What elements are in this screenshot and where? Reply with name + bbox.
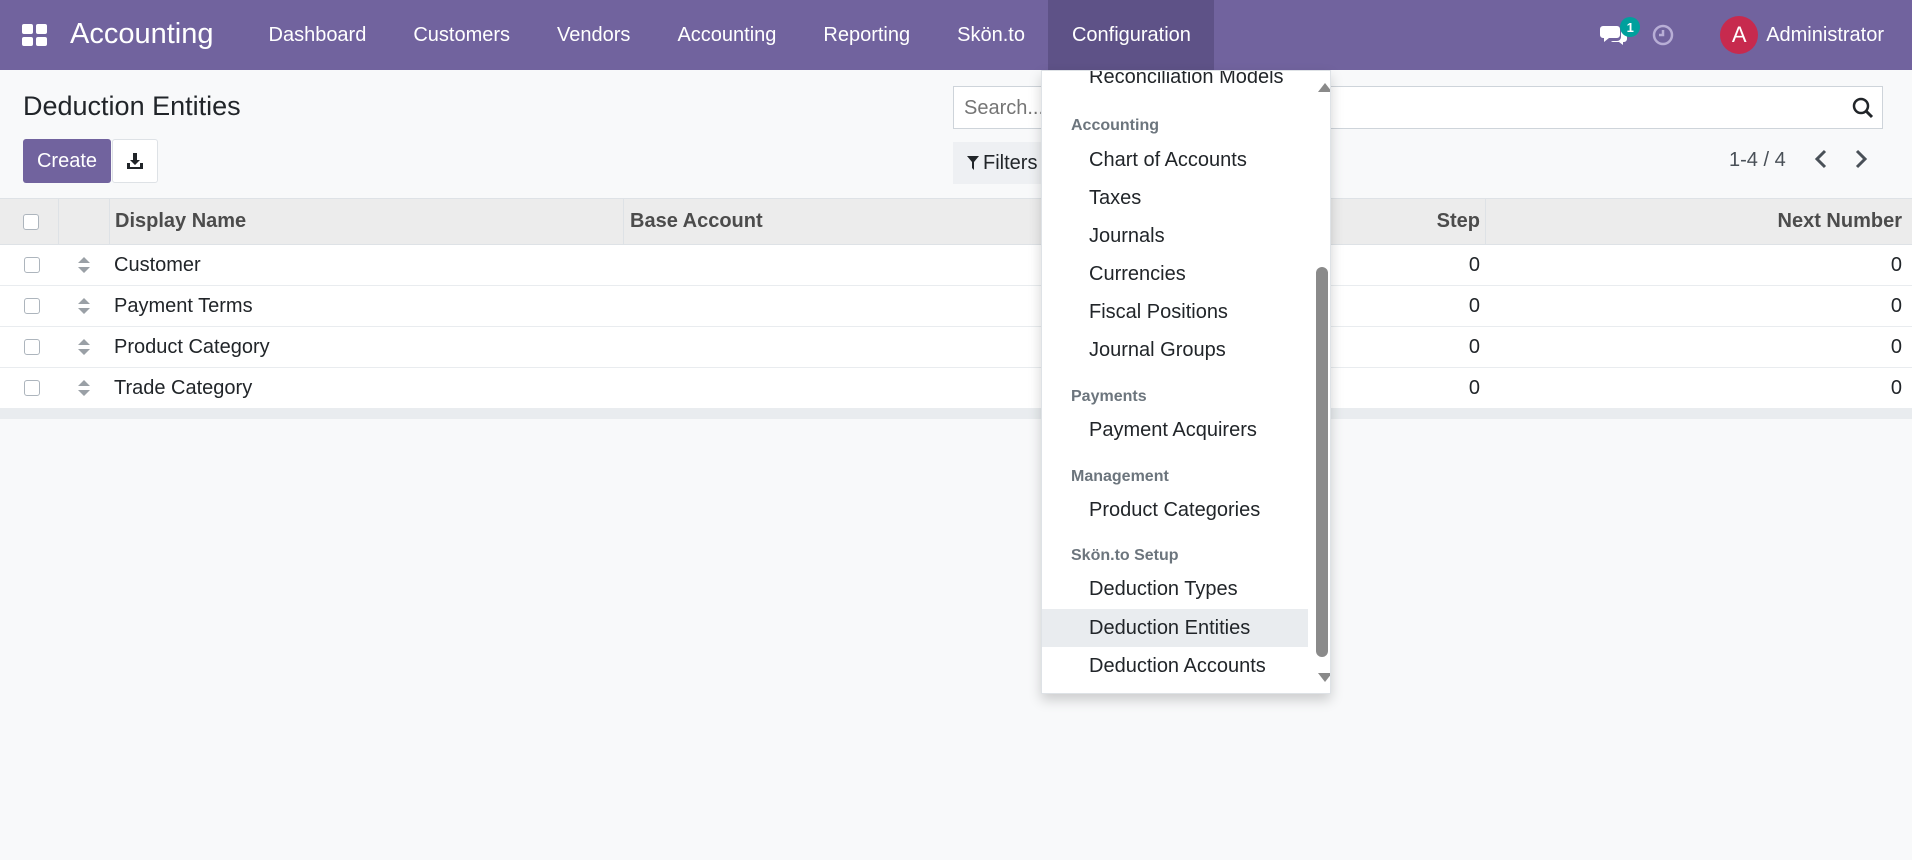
- menu-skon-to[interactable]: Skön.to: [934, 0, 1049, 70]
- dropdown-section-management: Management: [1071, 468, 1169, 485]
- pager-value[interactable]: 1-4 / 4: [1729, 149, 1786, 172]
- scroll-up-arrow-icon[interactable]: [1318, 83, 1330, 92]
- menu-reporting[interactable]: Reporting: [800, 0, 934, 70]
- filters-button[interactable]: Filters: [953, 142, 1053, 184]
- dropdown-scrollbar[interactable]: [1313, 71, 1330, 693]
- dropdown-item-taxes[interactable]: Taxes: [1042, 179, 1308, 217]
- dropdown-item-product-categories[interactable]: Product Categories: [1042, 491, 1308, 529]
- chat-badge: 1: [1620, 17, 1641, 37]
- dropdown-section-accounting: Accounting: [1071, 117, 1159, 134]
- row-checkbox[interactable]: [24, 339, 40, 355]
- dropdown-item-journal-groups[interactable]: Journal Groups: [1042, 331, 1308, 369]
- table-row[interactable]: Product Category 0 0: [0, 327, 1912, 368]
- filters-label: Filters: [983, 151, 1038, 174]
- menu-customers[interactable]: Customers: [390, 0, 534, 70]
- dropdown-item-payment-acquirers[interactable]: Payment Acquirers: [1042, 411, 1308, 449]
- table-footer: [0, 409, 1912, 419]
- search-icon[interactable]: [1852, 97, 1874, 119]
- column-next-number[interactable]: Next Number: [1490, 199, 1902, 244]
- cell-display-name: Customer: [114, 253, 201, 276]
- dropdown-item-journals[interactable]: Journals: [1042, 217, 1308, 255]
- dropdown-section-payments: Payments: [1071, 388, 1147, 405]
- dropdown-item-deduction-accounts[interactable]: Deduction Accounts: [1042, 647, 1308, 685]
- dropdown-item-deduction-types[interactable]: Deduction Types: [1042, 570, 1308, 608]
- table-row[interactable]: Payment Terms 0 0: [0, 286, 1912, 327]
- scroll-down-arrow-icon[interactable]: [1318, 673, 1330, 682]
- cell-next-number: 0: [1890, 253, 1902, 276]
- table-row[interactable]: Trade Category 0 0: [0, 368, 1912, 409]
- filter-icon: [967, 156, 979, 170]
- cell-next-number: 0: [1890, 376, 1902, 399]
- row-checkbox[interactable]: [24, 298, 40, 314]
- apps-grid-icon[interactable]: [22, 24, 48, 46]
- scrollbar-thumb[interactable]: [1316, 267, 1328, 657]
- dropdown-item-reconciliation-models[interactable]: Reconciliation Models: [1042, 71, 1308, 89]
- drag-handle-icon[interactable]: [77, 338, 91, 356]
- dropdown-item-chart-of-accounts[interactable]: Chart of Accounts: [1042, 141, 1308, 179]
- column-base-account[interactable]: Base Account: [630, 199, 763, 244]
- configuration-dropdown: Reconciliation Models Accounting Chart o…: [1041, 70, 1331, 694]
- cell-display-name: Payment Terms: [114, 294, 253, 317]
- column-display-name[interactable]: Display Name: [115, 199, 246, 244]
- systray: 1 A Administrator: [1600, 0, 1912, 70]
- row-checkbox[interactable]: [24, 257, 40, 273]
- menu-configuration[interactable]: Configuration: [1048, 0, 1215, 70]
- page-title: Deduction Entities: [23, 91, 241, 121]
- main-menu: Dashboard Customers Vendors Accounting R…: [245, 0, 1215, 70]
- avatar[interactable]: A: [1720, 16, 1759, 54]
- cell-display-name: Trade Category: [114, 376, 253, 399]
- menu-vendors[interactable]: Vendors: [534, 0, 654, 70]
- menu-accounting[interactable]: Accounting: [654, 0, 800, 70]
- chevron-right-icon[interactable]: [1852, 147, 1870, 171]
- chat-bubbles-icon[interactable]: 1: [1600, 17, 1641, 47]
- select-all-checkbox[interactable]: [23, 213, 39, 230]
- top-navbar: Accounting Dashboard Customers Vendors A…: [0, 0, 1912, 70]
- row-checkbox[interactable]: [24, 380, 40, 396]
- list-table: Display Name Base Account Step Next Numb…: [0, 198, 1912, 419]
- dropdown-item-currencies[interactable]: Currencies: [1042, 255, 1308, 293]
- table-header: Display Name Base Account Step Next Numb…: [0, 198, 1912, 245]
- clock-icon[interactable]: [1652, 24, 1674, 46]
- cell-next-number: 0: [1890, 335, 1902, 358]
- cell-next-number: 0: [1890, 294, 1902, 317]
- export-button[interactable]: [112, 139, 158, 183]
- table-row[interactable]: Customer 0 0: [0, 245, 1912, 286]
- drag-handle-icon[interactable]: [77, 297, 91, 315]
- drag-handle-icon[interactable]: [77, 379, 91, 397]
- app-title[interactable]: Accounting: [70, 18, 214, 51]
- user-name[interactable]: Administrator: [1766, 24, 1884, 47]
- cell-display-name: Product Category: [114, 335, 270, 358]
- create-button[interactable]: Create: [23, 139, 111, 183]
- dropdown-section-skon-to-setup: Skön.to Setup: [1071, 547, 1179, 564]
- menu-dashboard[interactable]: Dashboard: [245, 0, 390, 70]
- chevron-left-icon[interactable]: [1812, 147, 1830, 171]
- drag-handle-icon[interactable]: [77, 256, 91, 274]
- dropdown-item-deduction-entities[interactable]: Deduction Entities: [1042, 609, 1308, 647]
- download-icon: [127, 153, 143, 169]
- select-all-cell: [23, 199, 39, 244]
- dropdown-item-fiscal-positions[interactable]: Fiscal Positions: [1042, 293, 1308, 331]
